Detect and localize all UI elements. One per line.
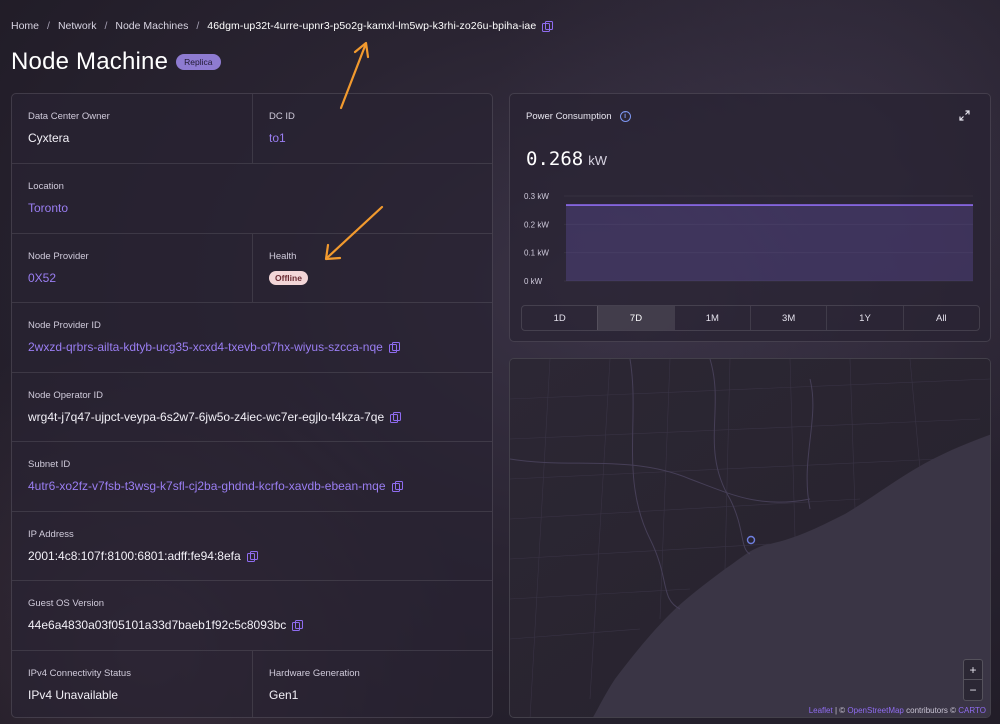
ipv4-label: IPv4 Connectivity Status	[28, 668, 131, 679]
guest-os-label: Guest OS Version	[28, 598, 105, 609]
expand-icon[interactable]	[959, 110, 970, 121]
dc-owner-value: Cyxtera	[28, 131, 70, 145]
range-1d-button[interactable]: 1D	[522, 306, 597, 330]
copy-icon[interactable]	[391, 481, 403, 492]
breadcrumb-separator: /	[196, 20, 200, 32]
dc-id-cell: DC ID to1	[252, 94, 492, 163]
power-title-row: Power Consumption i	[526, 111, 631, 122]
breadcrumb-home[interactable]: Home	[11, 20, 39, 32]
breadcrumb-network[interactable]: Network	[58, 20, 97, 32]
page-header: Node Machine Replica	[11, 48, 221, 76]
location-cell: Location Toronto	[12, 164, 492, 233]
breadcrumb-current: 46dgm-up32t-4urre-upnr3-p5o2g-kamxl-lm5w…	[207, 20, 537, 32]
range-all-button[interactable]: All	[902, 306, 979, 330]
y-tick-label: 0.1 kW	[524, 249, 549, 258]
node-provider-cell: Node Provider 0X52	[12, 234, 252, 302]
copy-icon[interactable]	[390, 412, 402, 423]
breadcrumb-separator: /	[47, 20, 50, 32]
health-cell: Health Offline	[252, 234, 492, 302]
node-provider-id-cell: Node Provider ID 2wxzd-qrbrs-ailta-kdtyb…	[12, 303, 492, 372]
node-provider-id-label: Node Provider ID	[28, 320, 101, 331]
ipv4-value: IPv4 Unavailable	[28, 688, 119, 702]
subnet-id-link[interactable]: 4utr6-xo2fz-v7fsb-t3wsg-k7sfl-cj2ba-ghdn…	[28, 479, 386, 493]
details-row: Guest OS Version 44e6a4830a03f05101a33d7…	[12, 581, 492, 651]
power-value: 0.268	[526, 148, 584, 170]
range-7d-button[interactable]: 7D	[597, 306, 674, 330]
copy-icon[interactable]	[292, 620, 304, 631]
ip-address-value: 2001:4c8:107f:8100:6801:adff:fe94:8efa	[28, 549, 241, 563]
node-provider-id-link[interactable]: 2wxzd-qrbrs-ailta-kdtyb-ucg35-xcxd4-txev…	[28, 340, 383, 354]
details-row: Subnet ID 4utr6-xo2fz-v7fsb-t3wsg-k7sfl-…	[12, 442, 492, 512]
power-consumption-panel: Power Consumption i 0.268 kW 0.3 kW 0.2 kW…	[509, 93, 991, 342]
breadcrumb-separator: /	[104, 20, 108, 32]
range-selector: 1D 7D 1M 3M 1Y All	[521, 305, 980, 331]
map-attribution: Leaflet | © OpenStreetMap contributors ©…	[809, 706, 986, 715]
copy-icon[interactable]	[246, 551, 258, 562]
range-3m-button[interactable]: 3M	[749, 306, 826, 330]
node-operator-id-cell: Node Operator ID wrg4t-j7q47-ujpct-veypa…	[12, 373, 492, 441]
details-row: Node Operator ID wrg4t-j7q47-ujpct-veypa…	[12, 373, 492, 442]
ip-address-cell: IP Address 2001:4c8:107f:8100:6801:adff:…	[12, 512, 492, 580]
leaflet-link[interactable]: Leaflet	[809, 706, 833, 715]
node-provider-label: Node Provider	[28, 251, 89, 262]
attribution-separator: | ©	[834, 706, 846, 715]
attribution-contributors: contributors ©	[906, 706, 957, 715]
health-status-badge: Offline	[269, 271, 308, 285]
copy-icon[interactable]	[542, 21, 554, 32]
y-tick-label: 0.3 kW	[524, 192, 549, 201]
power-area	[566, 205, 973, 281]
node-provider-link[interactable]: 0X52	[28, 271, 236, 285]
zoom-in-button[interactable]: +	[964, 660, 982, 680]
copy-icon[interactable]	[388, 342, 400, 353]
guest-os-value: 44e6a4830a03f05101a33d7baeb1f92c5c8093bc	[28, 618, 287, 632]
details-row: IPv4 Connectivity Status IPv4 Unavailabl…	[12, 651, 492, 717]
subnet-id-cell: Subnet ID 4utr6-xo2fz-v7fsb-t3wsg-k7sfl-…	[12, 442, 492, 511]
details-row: IP Address 2001:4c8:107f:8100:6801:adff:…	[12, 512, 492, 581]
carto-link[interactable]: CARTO	[958, 706, 986, 715]
zoom-out-button[interactable]: −	[964, 680, 982, 700]
dc-id-label: DC ID	[269, 111, 295, 122]
node-operator-id-value: wrg4t-j7q47-ujpct-veypa-6s2w7-6jw5o-z4ie…	[28, 410, 385, 424]
dc-id-link[interactable]: to1	[269, 131, 478, 145]
health-label: Health	[269, 251, 297, 262]
range-1y-button[interactable]: 1Y	[826, 306, 902, 330]
subnet-id-label: Subnet ID	[28, 459, 71, 470]
map-tiles	[510, 359, 990, 717]
node-operator-id-label: Node Operator ID	[28, 390, 103, 401]
power-value-display: 0.268 kW	[526, 148, 607, 170]
dc-owner-label: Data Center Owner	[28, 111, 110, 122]
breadcrumb-node-machines[interactable]: Node Machines	[115, 20, 188, 32]
breadcrumb: Home / Network / Node Machines / 46dgm-u…	[11, 20, 554, 32]
hardware-generation-label: Hardware Generation	[269, 668, 360, 679]
power-chart: 0.3 kW 0.2 kW 0.1 kW 0 kW	[524, 192, 973, 286]
zoom-controls: + −	[963, 659, 983, 701]
y-tick-label: 0.2 kW	[524, 220, 549, 229]
info-icon[interactable]: i	[619, 111, 631, 122]
ipv4-cell: IPv4 Connectivity Status IPv4 Unavailabl…	[12, 651, 252, 717]
location-map[interactable]: + − Leaflet | © OpenStreetMap contributo…	[509, 358, 991, 718]
hardware-generation-cell: Hardware Generation Gen1	[252, 651, 492, 717]
power-title: Power Consumption	[526, 111, 612, 122]
hardware-generation-value: Gen1	[269, 688, 299, 702]
replica-badge: Replica	[176, 54, 221, 70]
dc-owner-cell: Data Center Owner Cyxtera	[12, 94, 252, 163]
guest-os-cell: Guest OS Version 44e6a4830a03f05101a33d7…	[12, 581, 492, 650]
openstreetmap-link[interactable]: OpenStreetMap	[847, 706, 903, 715]
location-label: Location	[28, 181, 64, 192]
range-1m-button[interactable]: 1M	[673, 306, 750, 330]
location-link[interactable]: Toronto	[28, 201, 478, 215]
y-tick-label: 0 kW	[524, 277, 543, 286]
ip-address-label: IP Address	[28, 529, 74, 540]
page-title: Node Machine	[11, 48, 169, 75]
power-unit: kW	[588, 153, 607, 168]
details-row: Node Provider 0X52 Health Offline	[12, 234, 492, 303]
details-row: Node Provider ID 2wxzd-qrbrs-ailta-kdtyb…	[12, 303, 492, 373]
details-row: Data Center Owner Cyxtera DC ID to1	[12, 94, 492, 164]
details-row: Location Toronto	[12, 164, 492, 234]
details-panel: Data Center Owner Cyxtera DC ID to1 Loca…	[11, 93, 493, 718]
